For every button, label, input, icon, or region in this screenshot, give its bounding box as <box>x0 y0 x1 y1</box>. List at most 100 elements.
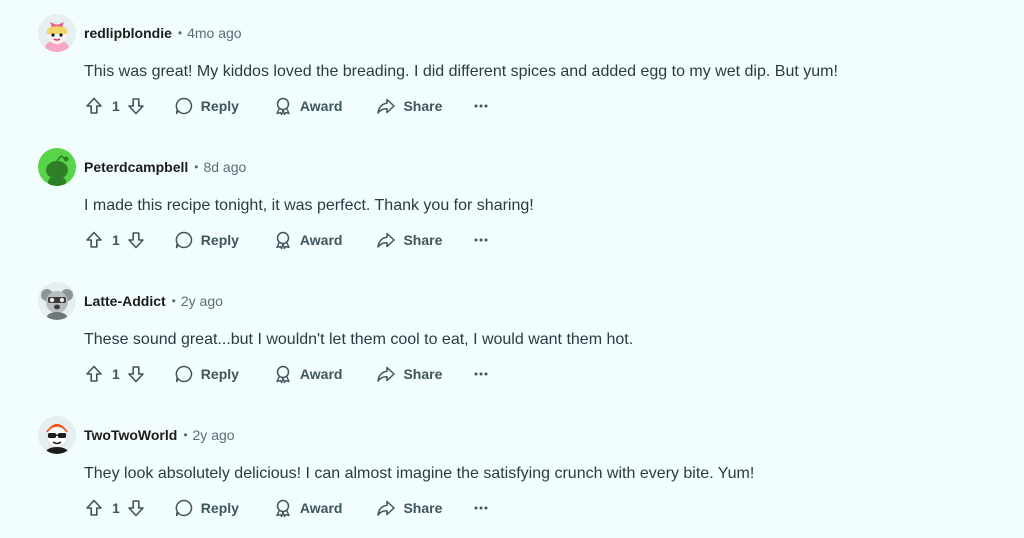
reply-button[interactable]: Reply <box>174 496 239 520</box>
comment-body: I made this recipe tonight, it was perfe… <box>84 197 534 214</box>
share-icon <box>377 500 396 516</box>
reply-button[interactable]: Reply <box>174 94 239 118</box>
share-icon <box>377 98 396 114</box>
avatar-koala-icon <box>38 282 76 320</box>
reply-label: Reply <box>200 232 239 248</box>
action-bar: 1 Reply Award Share <box>82 496 490 520</box>
username[interactable]: TwoTwoWorld <box>84 427 177 443</box>
comment-body: This was great! My kiddos loved the brea… <box>84 63 838 80</box>
award-button[interactable]: Award <box>273 496 343 520</box>
share-button[interactable]: Share <box>376 228 442 252</box>
vote-count: 1 <box>112 500 120 516</box>
username[interactable]: Peterdcampbell <box>84 159 188 175</box>
action-bar: 1 Reply Award Share <box>82 362 490 386</box>
timestamp[interactable]: 4mo ago <box>187 25 241 41</box>
more-options-button[interactable] <box>472 496 490 520</box>
award-label: Award <box>299 98 343 114</box>
separator: • <box>177 26 183 40</box>
timestamp[interactable]: 2y ago <box>193 427 235 443</box>
upvote-icon <box>86 97 102 114</box>
downvote-icon <box>127 98 144 115</box>
share-button[interactable]: Share <box>376 94 442 118</box>
avatar-green-snoo-icon <box>38 148 76 186</box>
upvote-button[interactable] <box>82 94 106 118</box>
award-icon <box>276 365 290 384</box>
action-bar: 1 Reply Award Share <box>82 228 490 252</box>
username[interactable]: redlipblondie <box>84 25 172 41</box>
avatar-sunglasses-snoo-icon <box>38 416 76 454</box>
comment: TwoTwoWorld • 2y ago They look absolutel… <box>36 416 996 538</box>
more-options-button[interactable] <box>472 362 490 386</box>
reply-label: Reply <box>200 98 239 114</box>
downvote-button[interactable] <box>124 362 148 386</box>
reply-label: Reply <box>200 366 239 382</box>
comment: Peterdcampbell • 8d ago I made this reci… <box>36 148 996 278</box>
avatar[interactable] <box>38 148 76 186</box>
more-options-button[interactable] <box>472 228 490 252</box>
share-label: Share <box>403 500 443 516</box>
vote-count: 1 <box>112 366 120 382</box>
upvote-icon <box>86 231 102 248</box>
comment-meta: Peterdcampbell • 8d ago <box>84 158 246 176</box>
comment-meta: Latte-Addict • 2y ago <box>84 292 223 310</box>
separator: • <box>183 428 188 442</box>
upvote-icon <box>86 365 102 382</box>
more-icon <box>474 372 488 376</box>
comment-feed: redlipblondie • 4mo ago This was great! … <box>0 0 1024 538</box>
upvote-button[interactable] <box>82 362 106 386</box>
share-label: Share <box>403 366 443 382</box>
reply-button[interactable]: Reply <box>174 362 239 386</box>
downvote-button[interactable] <box>124 94 148 118</box>
comment-body: They look absolutely delicious! I can al… <box>84 465 755 482</box>
more-icon <box>474 238 488 242</box>
upvote-button[interactable] <box>82 228 106 252</box>
reply-icon <box>175 97 192 115</box>
reply-button[interactable]: Reply <box>174 228 239 252</box>
reply-icon <box>175 365 192 383</box>
avatar[interactable] <box>38 14 76 52</box>
action-bar: 1 Reply Award Share <box>82 94 490 118</box>
separator: • <box>171 294 176 308</box>
username[interactable]: Latte-Addict <box>84 293 166 309</box>
award-button[interactable]: Award <box>273 362 343 386</box>
share-label: Share <box>403 98 443 114</box>
timestamp[interactable]: 2y ago <box>181 293 223 309</box>
separator: • <box>194 160 199 174</box>
share-button[interactable]: Share <box>376 362 442 386</box>
award-button[interactable]: Award <box>273 94 343 118</box>
more-icon <box>474 104 488 108</box>
downvote-icon <box>127 366 144 383</box>
award-icon <box>276 231 290 250</box>
comment: redlipblondie • 4mo ago This was great! … <box>36 14 996 144</box>
share-icon <box>377 366 396 382</box>
award-icon <box>276 97 290 116</box>
award-label: Award <box>299 500 343 516</box>
timestamp[interactable]: 8d ago <box>203 159 246 175</box>
vote-count: 1 <box>112 98 120 114</box>
avatar[interactable] <box>38 282 76 320</box>
award-button[interactable]: Award <box>273 228 342 252</box>
reply-label: Reply <box>200 500 239 516</box>
share-button[interactable]: Share <box>376 496 442 520</box>
downvote-icon <box>127 500 144 517</box>
reply-icon <box>175 499 192 517</box>
avatar[interactable] <box>38 416 76 454</box>
downvote-button[interactable] <box>124 228 148 252</box>
more-icon <box>474 506 488 510</box>
comment-body: These sound great...but I wouldn't let t… <box>84 331 634 348</box>
avatar-pink-bow-icon <box>38 14 76 52</box>
vote-count: 1 <box>112 232 120 248</box>
upvote-icon <box>86 499 102 516</box>
share-icon <box>377 232 396 248</box>
upvote-button[interactable] <box>82 496 106 520</box>
comment: Latte-Addict • 2y ago These sound great.… <box>36 282 996 412</box>
downvote-icon <box>127 232 144 249</box>
reply-icon <box>175 231 192 249</box>
comment-meta: TwoTwoWorld • 2y ago <box>84 426 235 444</box>
award-label: Award <box>299 366 343 382</box>
award-icon <box>276 499 290 518</box>
share-label: Share <box>403 232 443 248</box>
more-options-button[interactable] <box>472 94 490 118</box>
comment-meta: redlipblondie • 4mo ago <box>84 24 242 42</box>
downvote-button[interactable] <box>124 496 148 520</box>
